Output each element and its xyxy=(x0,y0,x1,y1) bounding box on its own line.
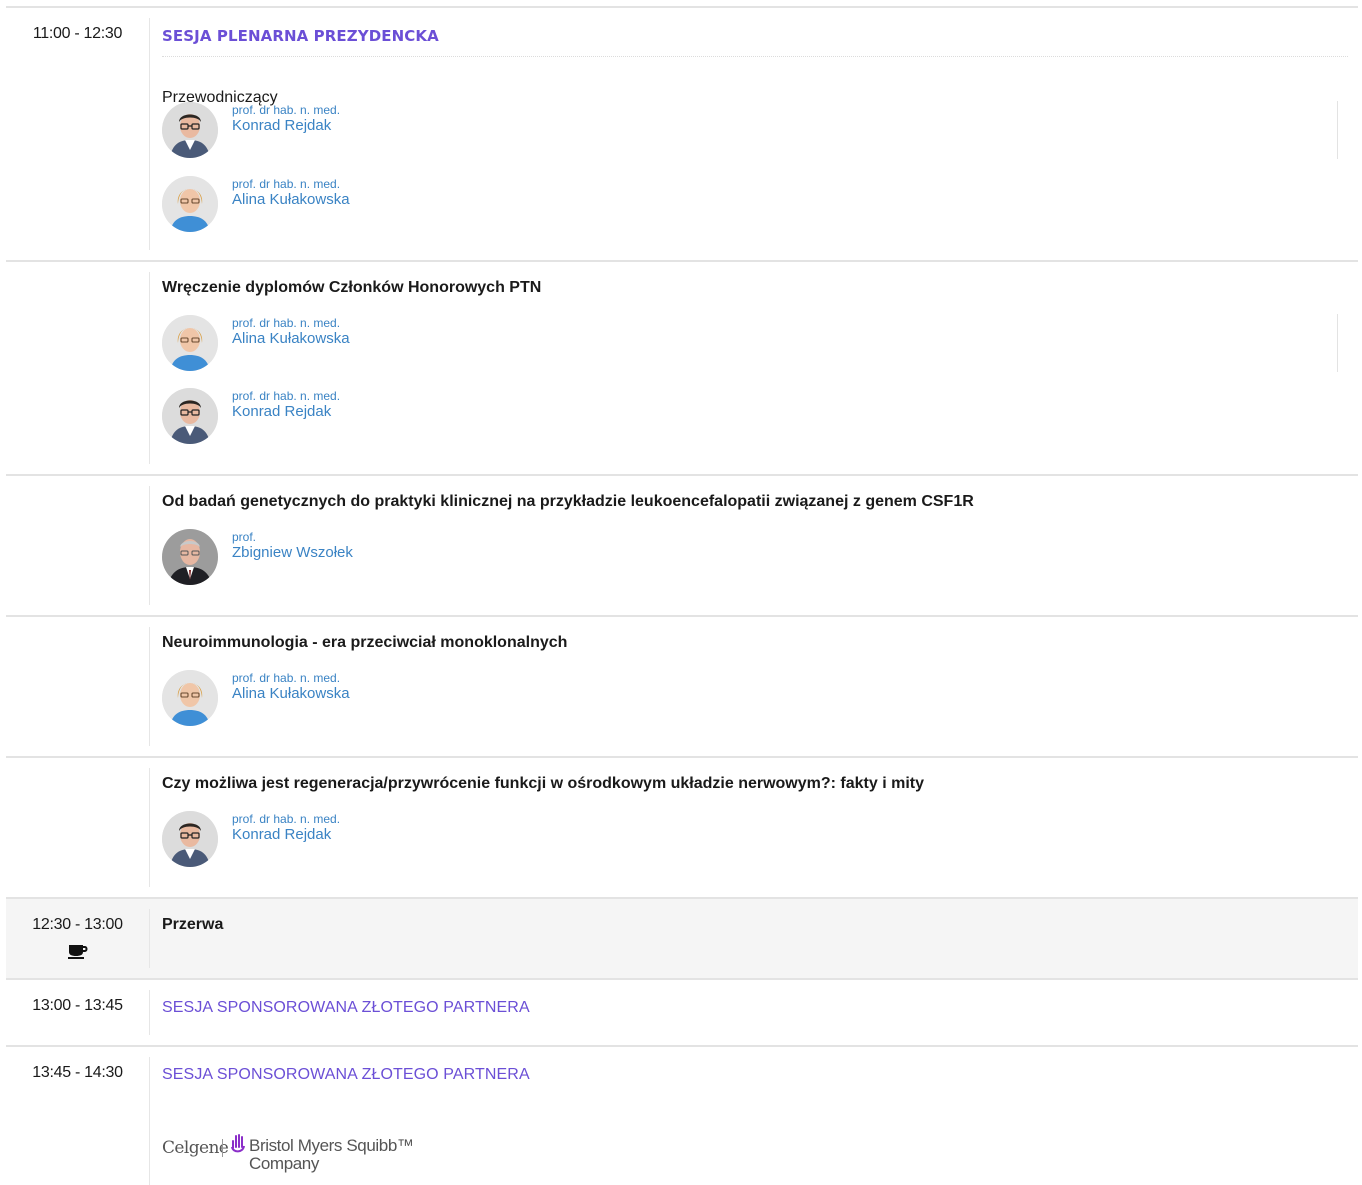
vertical-divider xyxy=(1337,101,1338,159)
session-time: 11:00 - 12:30 xyxy=(32,25,123,42)
talk-title: Wręczenie dyplomów Członków Honorowych P… xyxy=(162,279,542,296)
avatar-konrad-rejdak[interactable] xyxy=(162,388,218,444)
speaker-text[interactable]: prof. Zbigniew Wszołek xyxy=(232,530,353,561)
talk-content: Neuroimmunologia - era przeciwciał monok… xyxy=(149,627,1358,746)
agenda-row-break: 12:30 - 13:00 Przerwa xyxy=(6,897,1358,978)
speaker-degree: prof. dr hab. n. med. xyxy=(232,177,341,191)
speaker-text[interactable]: prof. dr hab. n. med. Konrad Rejdak xyxy=(232,812,340,843)
agenda-row-talk: Wręczenie dyplomów Członków Honorowych P… xyxy=(6,260,1358,474)
agenda-row-talk: Czy możliwa jest regeneracja/przywróceni… xyxy=(6,756,1358,897)
speaker-degree: prof. dr hab. n. med. xyxy=(232,671,341,685)
agenda-list: 11:00 - 12:30 SESJA PLENARNA PREZYDENCKA… xyxy=(6,6,1358,1185)
sponsor-logo-celgene: Celgene xyxy=(162,1138,229,1158)
speaker-text[interactable]: prof. dr hab. n. med. Konrad Rejdak xyxy=(232,389,340,420)
avatar-zbigniew-wszolek[interactable] xyxy=(162,529,218,585)
break-title: Przerwa xyxy=(162,916,224,933)
speaker-degree: prof. dr hab. n. med. xyxy=(232,389,341,403)
speaker-name-link[interactable]: Konrad Rejdak xyxy=(232,826,340,843)
avatar-konrad-rejdak[interactable] xyxy=(162,102,218,158)
session-content: SESJA SPONSOROWANA ZŁOTEGO PARTNERA Celg… xyxy=(149,1057,1358,1185)
speaker-name-link[interactable]: Alina Kułakowska xyxy=(232,330,350,347)
vertical-divider xyxy=(1337,314,1338,372)
speaker-name-link[interactable]: Konrad Rejdak xyxy=(232,117,340,134)
speaker-card[interactable]: prof. dr hab. n. med. Alina Kułakowska xyxy=(162,176,562,234)
speaker-card[interactable]: prof. dr hab. n. med. Konrad Rejdak xyxy=(162,102,562,160)
speaker-text[interactable]: prof. dr hab. n. med. Alina Kułakowska xyxy=(232,671,350,702)
sponsor-logo-company: Company xyxy=(249,1154,319,1173)
session-time: 13:45 - 14:30 xyxy=(32,1064,123,1081)
agenda-row-talk: Neuroimmunologia - era przeciwciał monok… xyxy=(6,615,1358,756)
session-time: 13:00 - 13:45 xyxy=(32,997,123,1014)
agenda-row-sponsored-session: 13:45 - 14:30 SESJA SPONSOROWANA ZŁOTEGO… xyxy=(6,1045,1358,1185)
session-title-link[interactable]: SESJA SPONSOROWANA ZŁOTEGO PARTNERA xyxy=(162,1066,530,1084)
talk-title: Neuroimmunologia - era przeciwciał monok… xyxy=(162,634,568,651)
agenda-row-talk: Od badań genetycznych do praktyki klinic… xyxy=(6,474,1358,615)
break-time: 12:30 - 13:00 xyxy=(6,916,149,959)
agenda-row-plenary-session: 11:00 - 12:30 SESJA PLENARNA PREZYDENCKA… xyxy=(6,6,1358,260)
speaker-degree: prof. dr hab. n. med. xyxy=(232,316,341,330)
speaker-text[interactable]: prof. dr hab. n. med. Alina Kułakowska xyxy=(232,177,350,208)
session-title-link[interactable]: SESJA SPONSOROWANA ZŁOTEGO PARTNERA xyxy=(162,999,530,1017)
session-title-link[interactable]: SESJA PLENARNA PREZYDENCKA xyxy=(162,27,439,45)
talk-content: Czy możliwa jest regeneracja/przywróceni… xyxy=(149,768,1358,887)
avatar-alina-kulakowska[interactable] xyxy=(162,315,218,371)
speaker-card[interactable]: prof. Zbigniew Wszołek xyxy=(162,529,562,587)
speaker-name-link[interactable]: Zbigniew Wszołek xyxy=(232,544,353,561)
avatar-alina-kulakowska[interactable] xyxy=(162,670,218,726)
sponsor-logo: Celgene Bristol Myers Squibb™ Company xyxy=(162,1133,422,1173)
speaker-degree: prof. dr hab. n. med. xyxy=(232,103,341,117)
speaker-card[interactable]: prof. dr hab. n. med. Konrad Rejdak xyxy=(162,811,562,869)
speaker-card[interactable]: prof. dr hab. n. med. Konrad Rejdak xyxy=(162,388,562,446)
speaker-card[interactable]: prof. dr hab. n. med. Alina Kułakowska xyxy=(162,315,562,373)
speaker-card[interactable]: prof. dr hab. n. med. Alina Kułakowska xyxy=(162,670,562,728)
avatar-konrad-rejdak[interactable] xyxy=(162,811,218,867)
speaker-name-link[interactable]: Alina Kułakowska xyxy=(232,685,350,702)
speaker-text[interactable]: prof. dr hab. n. med. Konrad Rejdak xyxy=(232,103,340,134)
speaker-name-link[interactable]: Alina Kułakowska xyxy=(232,191,350,208)
session-content: SESJA SPONSOROWANA ZŁOTEGO PARTNERA xyxy=(149,990,1358,1035)
coffee-cup-icon xyxy=(67,945,87,959)
break-time-text: 12:30 - 13:00 xyxy=(32,916,123,933)
sponsor-logo-bms: Bristol Myers Squibb™ xyxy=(249,1136,414,1155)
talk-title: Od badań genetycznych do praktyki klinic… xyxy=(162,493,974,510)
break-content: Przerwa xyxy=(149,909,1358,968)
talk-content: Od badań genetycznych do praktyki klinic… xyxy=(149,486,1358,605)
bms-hand-logo-icon xyxy=(231,1134,245,1153)
talk-title: Czy możliwa jest regeneracja/przywróceni… xyxy=(162,775,925,792)
agenda-row-sponsored-session: 13:00 - 13:45 SESJA SPONSOROWANA ZŁOTEGO… xyxy=(6,978,1358,1045)
speaker-name-link[interactable]: Konrad Rejdak xyxy=(232,403,340,420)
speaker-degree: prof. dr hab. n. med. xyxy=(232,812,341,826)
logo-separator xyxy=(222,1139,223,1157)
speaker-degree: prof. xyxy=(232,530,257,544)
talk-content: Wręczenie dyplomów Członków Honorowych P… xyxy=(149,272,1358,464)
avatar-alina-kulakowska[interactable] xyxy=(162,176,218,232)
dotted-divider xyxy=(162,56,1348,57)
speaker-text[interactable]: prof. dr hab. n. med. Alina Kułakowska xyxy=(232,316,350,347)
session-content: SESJA PLENARNA PREZYDENCKA Przewodnicząc… xyxy=(149,18,1358,250)
